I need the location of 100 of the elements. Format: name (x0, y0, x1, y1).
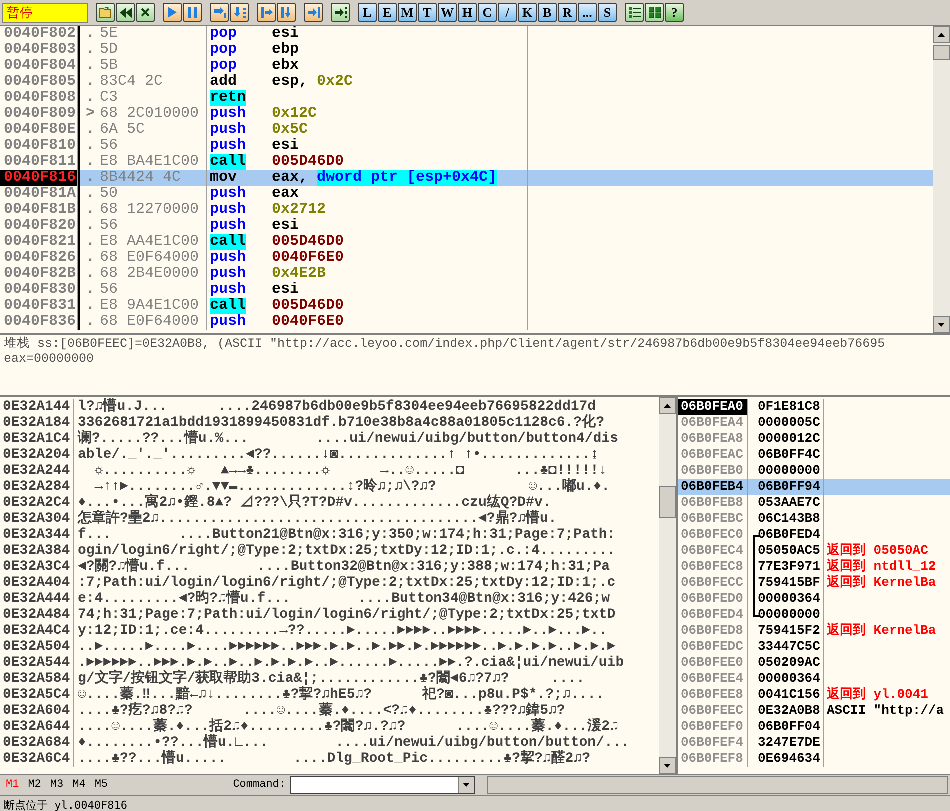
stack-row[interactable]: 06B0FEAC 06B0FF4C (678, 447, 950, 463)
ascii-dump-cell-text: ◄?關?♫懵u.f... ....Button32@Btn@x:316;y:388;w:174;h:31;Pa (77, 559, 610, 575)
scroll-up-button[interactable] (659, 397, 676, 414)
window-button[interactable]: W (438, 3, 457, 22)
stack-row[interactable]: 06B0FEE0 050209AC (678, 655, 950, 671)
address-cell: 06B0FEF8 (678, 751, 748, 767)
scrollbar-thumb[interactable] (933, 45, 950, 60)
stack-row[interactable]: 06B0FED8 759415F2 返回到 KernelBa (678, 623, 950, 639)
stack-row[interactable]: 06B0FEF0 06B0FF04 (678, 719, 950, 735)
command-field[interactable] (290, 776, 475, 794)
address-cell: 0E32A344 (0, 527, 74, 543)
window-button[interactable]: / (498, 3, 517, 22)
stack-row[interactable]: 06B0FEC8 77E3F971 返回到 ntdll_12 (678, 559, 950, 575)
window-button[interactable]: K (518, 3, 537, 22)
operand: 0x2C (317, 74, 354, 90)
mnemonic: push (210, 266, 248, 282)
stack-row[interactable]: 06B0FEF4 3247E7DE (678, 735, 950, 751)
disassembly-row[interactable]: 0040F808 . C3 retn (0, 90, 933, 106)
mnemonic: push (210, 186, 248, 202)
operand: ebp (272, 42, 300, 58)
address-cell: 06B0FEC4 (678, 543, 748, 559)
mnemonic: push (210, 122, 248, 138)
operand: esi (272, 282, 300, 298)
ascii-dump-cell-text: ♦...•...寓2♫•鏗.8▲? ⊿???\只?T?D#v.............czu纮Q?D#v. (78, 495, 552, 511)
stack-row[interactable]: 06B0FEE8 0041C156 返回到 yl.0041 (678, 687, 950, 703)
window-button[interactable]: R (558, 3, 577, 22)
ascii-dump-cell-text: ogin/login6/right/;@Type:2;txtDx:25;txtDy:12;ID:1;.c.:4......... (77, 543, 616, 559)
address-cell: 06B0FEC0 (678, 527, 748, 543)
disassembly-row[interactable]: 0040F836 . 68 E0F64000 push 0040F6E0 (0, 314, 933, 330)
command-label: Command: (232, 779, 286, 791)
stack-row[interactable]: 06B0FEA8 0000012C (678, 431, 950, 447)
stack-row[interactable]: 06B0FEB4 06B0FF94 (678, 479, 950, 495)
stack-row[interactable]: 06B0FEC4 05050AC5 返回到 05050AC (678, 543, 950, 559)
hex-bytes-cell: 56 (100, 218, 207, 234)
address-cell: 06B0FED4 (678, 607, 748, 623)
window-button[interactable]: M (398, 3, 417, 22)
memory-tab[interactable]: M4 (72, 779, 86, 791)
step-into-button[interactable] (210, 3, 229, 22)
close-button[interactable] (136, 3, 155, 22)
stack-row[interactable]: 06B0FEBC 06C143B8 (678, 511, 950, 527)
window-button[interactable]: C (478, 3, 497, 22)
address-cell: 06B0FEC8 (678, 559, 748, 575)
trace-over-button[interactable] (277, 3, 296, 22)
window-button[interactable]: ... (578, 3, 597, 22)
window-button[interactable]: T (418, 3, 437, 22)
window-button[interactable]: L (358, 3, 377, 22)
comment-cell: 返回到 KernelBa (827, 623, 936, 638)
scroll-up-button[interactable] (933, 26, 950, 43)
open-button[interactable] (96, 3, 115, 22)
list-view-button[interactable] (625, 3, 644, 22)
scroll-down-button[interactable] (933, 316, 950, 333)
step-over-button[interactable] (230, 3, 249, 22)
jump-marker: . (86, 313, 96, 330)
address-cell: 0E32A6C4 (0, 751, 74, 767)
stack-row[interactable]: 06B0FEA0 0F1E81C8 (678, 399, 950, 415)
disassembly-row[interactable]: 0040F816 . 8B4424 4C mov eax, dword ptr [esp+0x4C] (0, 170, 933, 186)
grid-view-button[interactable] (645, 3, 664, 22)
ascii-dump-cell-text: e:4.........◄?昀?♫懵u.f... ....Button34@Btn@x:316;y:426;w (77, 591, 610, 607)
memory-tab[interactable]: M2 (28, 779, 42, 791)
memory-tab[interactable]: M3 (50, 779, 64, 791)
grid-icon (648, 7, 660, 18)
trace-into-button[interactable] (257, 3, 276, 22)
scroll-down-button[interactable] (659, 757, 676, 774)
stack-row[interactable]: 06B0FEF8 0E694634 (678, 751, 950, 767)
jump-marker: . (86, 73, 96, 90)
stack-row[interactable]: 06B0FEC0 06B0FED4 (678, 527, 950, 543)
window-button[interactable]: E (378, 3, 397, 22)
ascii-dump-cell-text: ....☺....蓁.♦...括2♫♦.........♣?闟?♫.?♫? ....☺....蓁.♦...湲2♫ (77, 719, 618, 735)
disassembly-row[interactable]: 0040F831 . E8 9A4E1C00 call 005D46D0 (0, 298, 933, 314)
window-button[interactable]: S (598, 3, 617, 22)
value-cell: 00000000 (758, 607, 820, 623)
operand: 0x12C (272, 106, 318, 122)
address-cell: 0E32A404 (0, 575, 74, 591)
restart-button[interactable] (116, 3, 135, 22)
stack-row[interactable]: 06B0FEE4 00000364 (678, 671, 950, 687)
go-to-user-code-button[interactable] (331, 3, 350, 22)
ascii-dump-cell-text: :7;Path:ui/login/login6/right/;@Type:2;txtDx:25;txtDy:12;ID:1;.c (77, 575, 616, 591)
stack-row[interactable]: 06B0FEA4 0000005C (678, 415, 950, 431)
rewind-icon (120, 8, 132, 18)
address-cell: 06B0FEB4 (678, 479, 748, 495)
stack-row[interactable]: 06B0FED0 00000364 (678, 591, 950, 607)
disassembly-row[interactable]: 0040F821 . E8 AA4E1C00 call 005D46D0 (0, 234, 933, 250)
stack-row[interactable]: 06B0FED4 00000000 (678, 607, 950, 623)
run-button[interactable] (163, 3, 182, 22)
stack-row[interactable]: 06B0FEB8 053AAE7C (678, 495, 950, 511)
execute-till-return-button[interactable] (304, 3, 323, 22)
window-button[interactable]: B (538, 3, 557, 22)
ascii-dump-cell-text: →↑↑►........♂.▼▼▬.............↕?昤♫;♫\?♫? ☺...嘟u.♦. (94, 479, 610, 495)
stack-row[interactable]: 06B0FEEC 0E32A0B8 ASCII "http://a (678, 703, 950, 719)
memory-tab[interactable]: M5 (94, 779, 108, 791)
window-button[interactable]: H (458, 3, 477, 22)
comment-cell: ASCII "http://a (827, 703, 944, 718)
help-button[interactable]: ? (665, 3, 684, 22)
mnemonic: call (210, 234, 246, 250)
mnemonic: retn (210, 90, 246, 106)
pause-button[interactable] (183, 3, 202, 22)
stack-row[interactable]: 06B0FECC 759415BF 返回到 KernelBa (678, 575, 950, 591)
scrollbar-thumb[interactable] (659, 486, 676, 518)
stack-row[interactable]: 06B0FEDC 33447C5C (678, 639, 950, 655)
jump-marker: . (86, 153, 96, 170)
